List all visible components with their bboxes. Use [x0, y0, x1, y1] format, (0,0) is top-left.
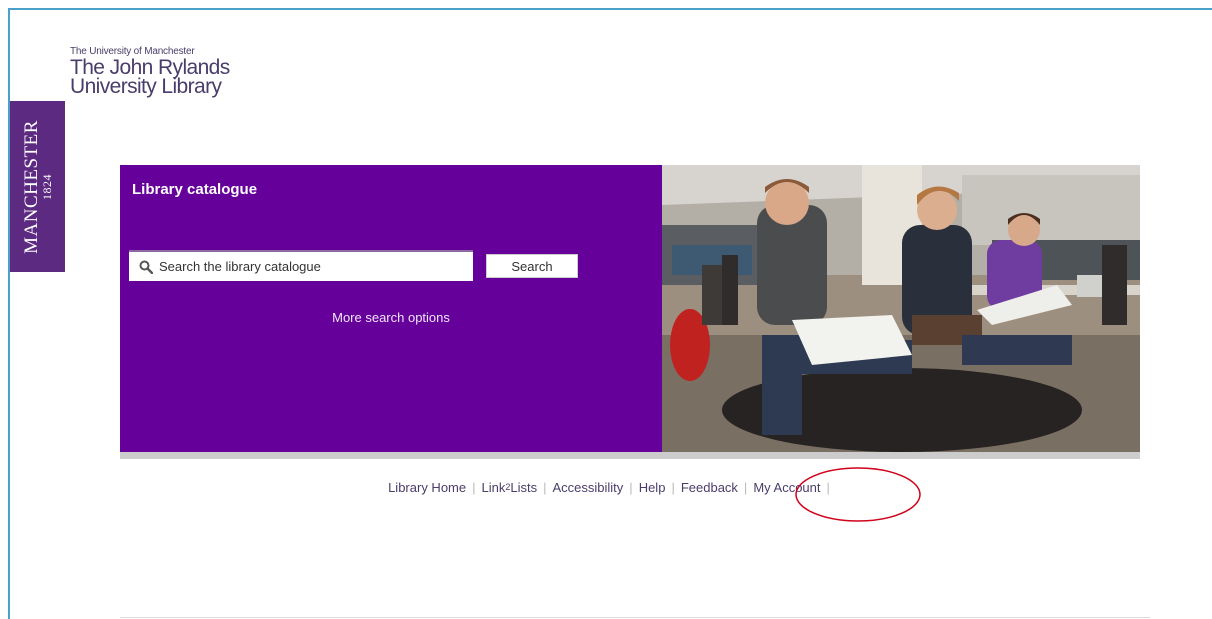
footer-link-library-home[interactable]: Library Home [382, 480, 472, 495]
footer-separator: | [543, 480, 547, 495]
footer-separator: | [472, 480, 476, 495]
logo-line-2: University Library [70, 75, 222, 98]
link2lists-suffix: Lists [510, 480, 538, 495]
footer-separator: | [826, 480, 830, 495]
search-icon [139, 260, 153, 274]
hero-divider-bar [120, 452, 1140, 459]
search-input[interactable] [159, 256, 464, 276]
link2lists-prefix: Link [481, 480, 506, 495]
footer-link-my-account[interactable]: My Account [747, 480, 826, 495]
manchester-badge: MANCHESTER 1824 [10, 101, 65, 272]
students-photo [662, 165, 1140, 452]
search-box[interactable] [129, 250, 473, 281]
bottom-divider [120, 617, 1150, 618]
panel-title: Library catalogue [132, 181, 258, 198]
footer-link-accessibility[interactable]: Accessibility [547, 480, 630, 495]
footer-link-feedback[interactable]: Feedback [675, 480, 744, 495]
search-button[interactable]: Search [486, 254, 578, 278]
badge-year: 1824 [39, 173, 54, 200]
more-search-options-link[interactable]: More search options [120, 310, 662, 325]
footer-link-help[interactable]: Help [633, 480, 672, 495]
hero-photo [662, 165, 1140, 452]
catalogue-search-panel: Library catalogue Search More search opt… [120, 165, 662, 452]
badge-name: MANCHESTER [20, 119, 42, 254]
library-logo[interactable]: The University of Manchester The John Ry… [70, 46, 230, 98]
footer-link-link2lists[interactable]: Link2Lists [476, 480, 544, 495]
footer-nav: Library Home | Link2Lists | Accessibility | He… [0, 480, 1212, 495]
